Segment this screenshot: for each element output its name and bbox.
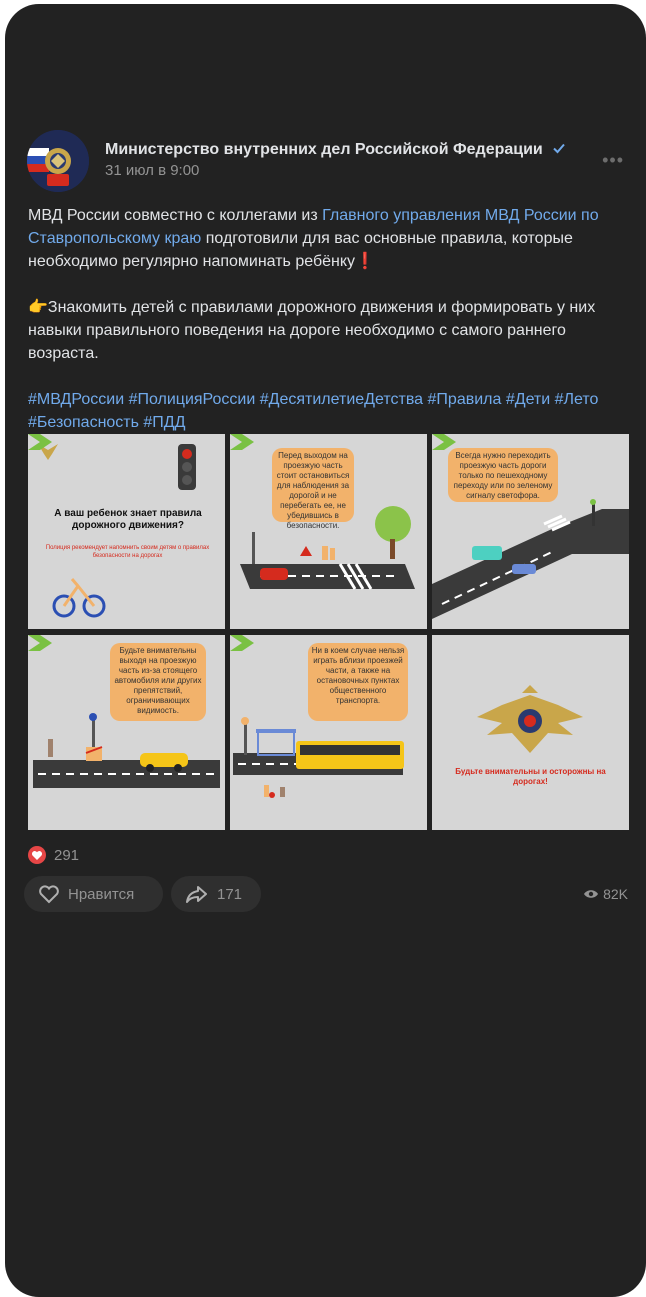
eye-icon xyxy=(584,890,599,898)
photo-tile-3[interactable]: Всегда нужно переходить проезжую часть д… xyxy=(432,434,629,629)
share-button[interactable]: 171 xyxy=(171,876,261,912)
post-text: МВД России совместно с коллегами из Глав… xyxy=(28,204,628,434)
share-count: 171 xyxy=(217,885,243,903)
next-arrow-icon xyxy=(28,635,52,651)
likes-number: 291 xyxy=(54,847,80,864)
photo-tile-6[interactable]: Будьте внимательны и осторожны на дорога… xyxy=(432,635,629,830)
like-button-label: Нравится xyxy=(68,885,135,903)
next-arrow-icon xyxy=(432,434,456,450)
tile-1-subtitle: Полиция рекомендует напомнить своим детя… xyxy=(45,545,210,559)
author-name[interactable]: Министерство внутренних дел Российской Ф… xyxy=(105,140,567,159)
tile-1-title: А ваш ребенок знает правила дорожного дв… xyxy=(54,508,202,531)
share-icon xyxy=(186,886,207,903)
likes-count: 291 xyxy=(28,846,79,864)
post-card: Министерство внутренних дел Российской Ф… xyxy=(5,4,646,1297)
photo-tile-5[interactable]: Ни в коем случае нельзя играть вблизи пр… xyxy=(230,635,427,830)
views-number: 82K xyxy=(603,886,628,902)
next-arrow-icon xyxy=(230,434,254,450)
photo-tile-2[interactable]: Перед выходом на проезжую часть стоит ос… xyxy=(230,434,427,629)
tile-3-bubble: Всегда нужно переходить проезжую часть д… xyxy=(448,448,558,502)
views-count: 82K xyxy=(583,886,628,902)
tile-5-bubble: Ни в коем случае нельзя играть вблизи пр… xyxy=(308,643,408,721)
post-paragraph-1: МВД России совместно с коллегами из Глав… xyxy=(28,204,628,273)
photo-grid: А ваш ребенок знает правила дорожного дв… xyxy=(28,434,629,830)
post-date[interactable]: 31 июл в 9:00 xyxy=(105,162,199,179)
mvd-eagle-emblem-icon xyxy=(477,685,583,753)
hashtags[interactable]: #МВДРоссии #ПолицияРоссии #ДесятилетиеДе… xyxy=(28,388,628,434)
photo-tile-1[interactable]: А ваш ребенок знает правила дорожного дв… xyxy=(28,434,225,629)
post-header: Министерство внутренних дел Российской Ф… xyxy=(27,126,628,196)
author-name-text: Министерство внутренних дел Российской Ф… xyxy=(105,141,543,158)
next-arrow-icon xyxy=(28,434,52,450)
post-paragraph-2: 👉Знакомить детей с правилами дорожного д… xyxy=(28,299,596,362)
heart-filled-icon xyxy=(28,846,46,864)
next-arrow-icon xyxy=(230,635,254,651)
like-button[interactable]: Нравится xyxy=(24,876,163,912)
photo-tile-4[interactable]: Будьте внимательны выходя на проезжую ча… xyxy=(28,635,225,830)
text-segment: МВД России совместно с коллегами из xyxy=(28,207,323,224)
tile-4-bubble: Будьте внимательны выходя на проезжую ча… xyxy=(110,643,206,721)
heart-outline-icon xyxy=(39,885,59,904)
avatar[interactable] xyxy=(27,130,89,192)
verified-icon xyxy=(553,143,565,154)
tile-2-bubble: Перед выходом на проезжую часть стоит ос… xyxy=(272,448,354,530)
more-options-icon[interactable]: ••• xyxy=(602,150,624,171)
police-emblem-icon xyxy=(27,130,89,192)
tile-6-text: Будьте внимательны и осторожны на дорога… xyxy=(455,767,606,786)
